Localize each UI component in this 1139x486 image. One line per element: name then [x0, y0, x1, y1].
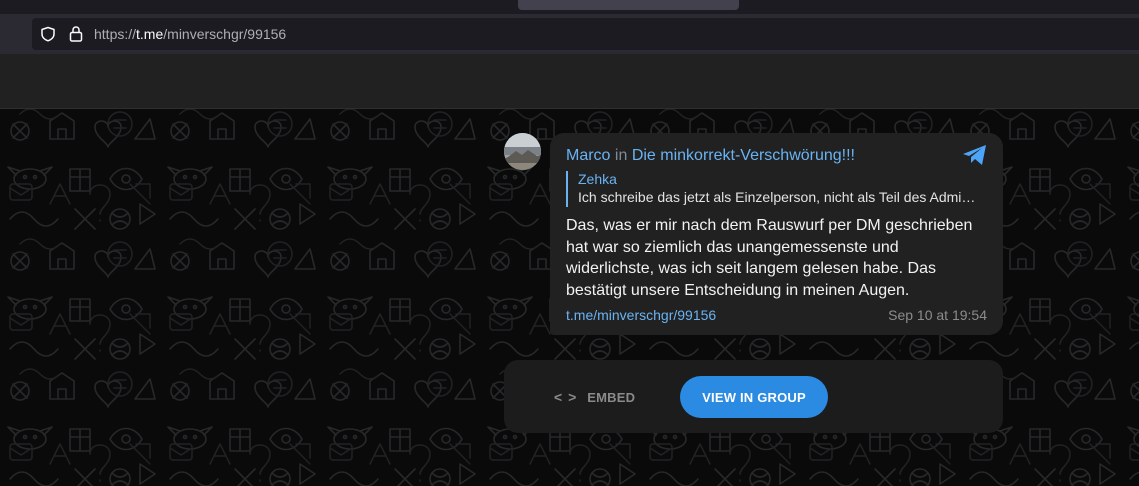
- lock-icon[interactable]: [68, 25, 84, 43]
- message-link[interactable]: t.me/minverschgr/99156: [566, 306, 716, 324]
- telegram-icon[interactable]: [961, 143, 989, 167]
- url-scheme: https://: [94, 26, 137, 42]
- author-in-word: in: [614, 147, 628, 164]
- avatar-image: [504, 133, 541, 170]
- reply-quote[interactable]: Zehka Ich schreibe das jetzt als Einzelp…: [566, 171, 983, 207]
- page-header-bar: [0, 54, 1139, 109]
- url-host: t.me: [136, 26, 164, 42]
- browser-toolbar: https://t.me/minverschgr/99156: [0, 14, 1139, 54]
- url-path: /minverschgr/99156: [163, 26, 287, 42]
- shield-icon[interactable]: [40, 26, 56, 42]
- message-author-line: Marco in Die minkorrekt-Verschwörung!!!: [566, 146, 855, 166]
- message-bubble: Marco in Die minkorrekt-Verschwörung!!! …: [550, 133, 1003, 335]
- message-text: Das, was er mir nach dem Rauswurf per DM…: [566, 217, 973, 299]
- embed-label: EMBED: [587, 389, 636, 405]
- message-timestamp: Sep 10 at 19:54: [888, 307, 987, 323]
- author-name[interactable]: Marco: [566, 147, 610, 164]
- tab-strip: [0, 0, 1139, 14]
- address-bar[interactable]: https://t.me/minverschgr/99156: [32, 18, 1139, 50]
- reply-author: Zehka: [578, 171, 617, 187]
- embed-button[interactable]: < > EMBED: [554, 387, 635, 407]
- active-tab[interactable]: [518, 0, 739, 10]
- code-icon: < >: [554, 389, 578, 405]
- widget-actions: < > EMBED VIEW IN GROUP: [504, 360, 1003, 433]
- avatar[interactable]: [504, 133, 541, 170]
- group-name[interactable]: Die minkorrekt-Verschwörung!!!: [632, 147, 855, 164]
- view-in-group-button[interactable]: VIEW IN GROUP: [680, 376, 828, 418]
- url-text[interactable]: https://t.me/minverschgr/99156: [94, 26, 286, 42]
- reply-text: Ich schreibe das jetzt als Einzelperson,…: [578, 189, 983, 205]
